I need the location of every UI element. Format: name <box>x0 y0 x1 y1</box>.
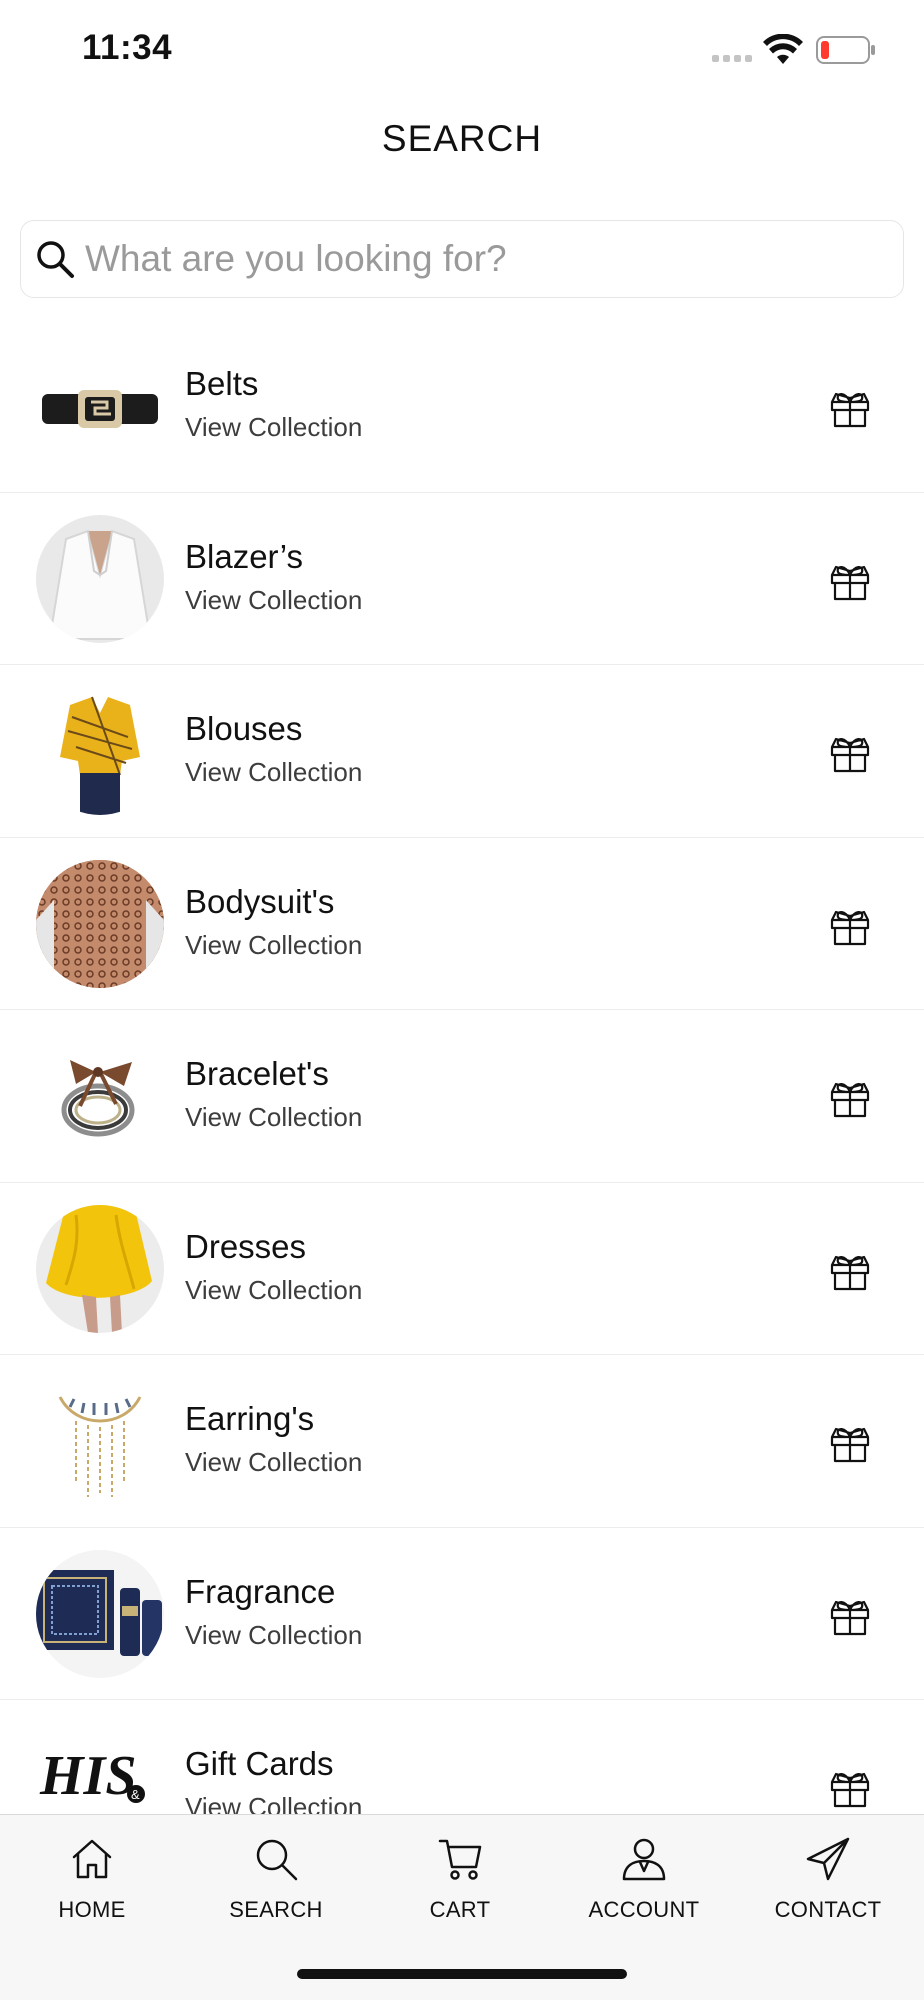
collection-item-dresses[interactable]: Dresses View Collection <box>0 1183 924 1355</box>
gift-box-icon[interactable] <box>826 900 874 948</box>
gift-box-icon[interactable] <box>826 1417 874 1465</box>
nav-label: HOME <box>58 1897 126 1922</box>
view-collection-link[interactable]: View Collection <box>185 1620 362 1651</box>
search-screen: 11:34 SEARCH What are you looking for? B… <box>0 0 924 2000</box>
collection-item-gift-cards[interactable]: HIS & HERS Gift Cards View Collection <box>0 1700 924 1814</box>
home-icon <box>72 1839 112 1879</box>
collection-item-fragrance[interactable]: Fragrance View Collection <box>0 1528 924 1700</box>
send-icon <box>806 1837 850 1881</box>
gift-box-icon[interactable] <box>826 727 874 775</box>
item-title: Belts <box>185 365 259 402</box>
search-bar[interactable] <box>20 220 904 298</box>
view-collection-link[interactable]: View Collection <box>185 1102 362 1133</box>
his-and-hers-logo: HIS & HERS <box>39 1745 145 1814</box>
cart-icon <box>438 1839 482 1880</box>
dresses-thumbnail <box>36 1204 164 1333</box>
status-time: 11:34 <box>82 28 173 67</box>
nav-label: SEARCH <box>229 1897 323 1922</box>
item-title: Gift Cards <box>185 1745 334 1782</box>
gift-box-icon[interactable] <box>826 1072 874 1120</box>
collection-item-blouses[interactable]: Blouses View Collection <box>0 665 924 838</box>
nav-label: ACCOUNT <box>588 1897 700 1922</box>
nav-account[interactable]: ACCOUNT <box>552 1835 736 1945</box>
nav-search[interactable]: SEARCH <box>184 1835 368 1945</box>
item-title: Earring's <box>185 1400 315 1437</box>
collection-item-bodysuits[interactable]: Bodysuit's View Collection <box>0 838 924 1010</box>
fragrance-thumbnail <box>36 1549 164 1678</box>
item-title: Blouses <box>185 710 303 747</box>
collection-list: Belts View Collection Blazer’s View Coll… <box>0 320 924 1814</box>
search-icon <box>37 241 74 278</box>
svg-text:&: & <box>131 1787 140 1802</box>
search-icon <box>256 1839 298 1881</box>
view-collection-link[interactable]: View Collection <box>185 1447 362 1478</box>
battery-icon <box>816 36 875 64</box>
gift-box-icon[interactable] <box>826 1590 874 1638</box>
item-title: Blazer’s <box>185 537 303 575</box>
home-indicator[interactable] <box>297 1969 627 1979</box>
wifi-icon <box>763 34 803 64</box>
collection-item-earrings[interactable]: Earring's View Collection <box>0 1355 924 1528</box>
view-collection-link[interactable]: View Collection <box>185 412 362 443</box>
collection-item-blazers[interactable]: Blazer’s View Collection <box>0 493 924 665</box>
item-title: Dresses <box>185 1227 307 1265</box>
account-icon <box>622 1838 666 1881</box>
nav-home[interactable]: HOME <box>0 1835 184 1945</box>
page-title: SEARCH <box>381 118 543 159</box>
view-collection-link[interactable]: View Collection <box>185 585 362 616</box>
earrings-thumbnail <box>36 1377 164 1505</box>
svg-text:HIS: HIS <box>39 1745 137 1807</box>
gift-box-icon[interactable] <box>826 1762 874 1810</box>
bracelets-thumbnail <box>36 1032 164 1160</box>
status-bar: 11:34 <box>0 0 924 100</box>
gift-cards-thumbnail: HIS & HERS <box>36 1722 164 1814</box>
view-collection-link[interactable]: View Collection <box>185 757 362 788</box>
gift-box-icon[interactable] <box>826 382 874 430</box>
gift-box-icon[interactable] <box>826 555 874 603</box>
belts-thumbnail <box>36 342 164 470</box>
view-collection-link[interactable]: View Collection <box>185 930 362 961</box>
bodysuits-thumbnail <box>36 859 164 988</box>
blazers-thumbnail <box>36 514 164 643</box>
item-title: Bracelet's <box>185 1055 329 1092</box>
collection-item-belts[interactable]: Belts View Collection <box>0 320 924 493</box>
gift-box-icon[interactable] <box>826 1245 874 1293</box>
collection-item-bracelets[interactable]: Bracelet's View Collection <box>0 1010 924 1183</box>
nav-label: CONTACT <box>774 1897 882 1922</box>
nav-cart[interactable]: CART <box>368 1835 552 1945</box>
blouses-thumbnail <box>36 687 164 815</box>
nav-label: CART <box>429 1897 491 1922</box>
view-collection-link[interactable]: View Collection <box>185 1792 362 1814</box>
item-title: Fragrance <box>185 1572 336 1610</box>
item-title: Bodysuit's <box>185 882 335 920</box>
nav-contact[interactable]: CONTACT <box>736 1835 920 1945</box>
view-collection-link[interactable]: View Collection <box>185 1275 362 1306</box>
cellular-signal-icon <box>712 55 752 62</box>
search-input[interactable] <box>85 221 885 297</box>
